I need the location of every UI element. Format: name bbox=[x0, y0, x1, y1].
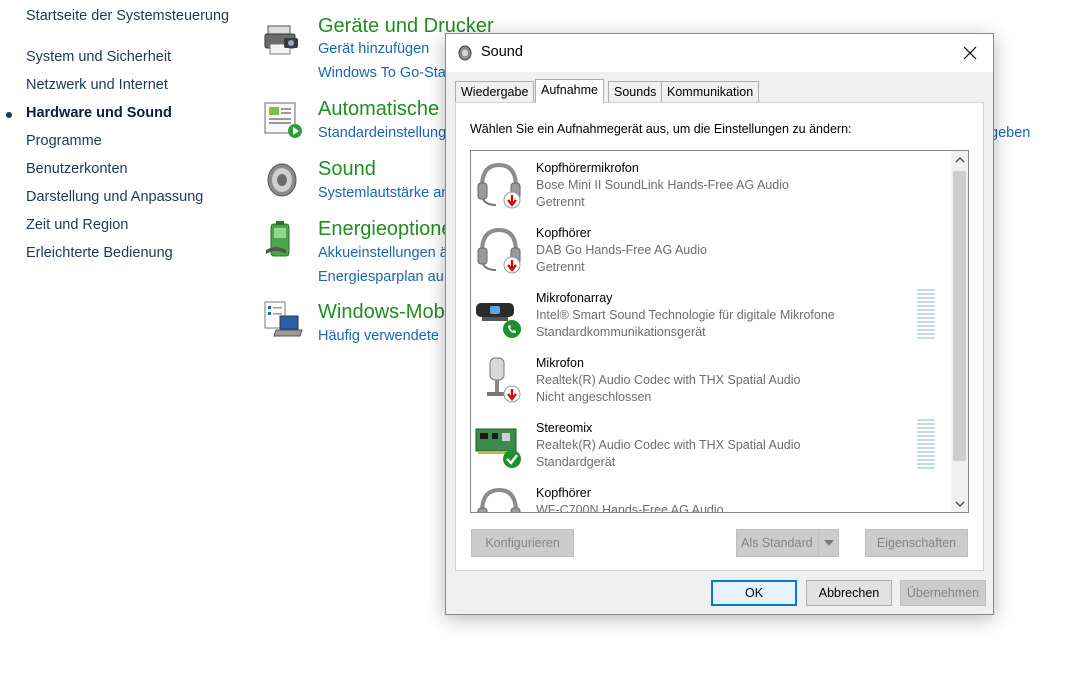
dialog-titlebar[interactable]: Sound bbox=[446, 34, 993, 72]
category-title-power-options[interactable]: Energieoptione bbox=[318, 218, 453, 241]
tab-recording[interactable]: Aufnahme bbox=[535, 79, 604, 103]
recording-device-list[interactable]: Kopfhörermikrofon Bose Mini II SoundLink… bbox=[470, 150, 969, 513]
device-description: WF-C700N Hands-Free AG Audio bbox=[536, 503, 724, 513]
dialog-title: Sound bbox=[481, 44, 523, 60]
nav-item-ease-of-access[interactable]: Erleichterte Bedienung bbox=[26, 245, 173, 261]
device-name: Kopfhörer bbox=[536, 486, 591, 500]
properties-button[interactable]: Eigenschaften bbox=[865, 529, 968, 557]
sound-app-icon bbox=[458, 45, 472, 61]
device-item-headset-mic-bose[interactable]: Kopfhörermikrofon Bose Mini II SoundLink… bbox=[471, 151, 941, 216]
nav-item-system-security[interactable]: System und Sicherheit bbox=[26, 49, 171, 65]
chevron-up-icon bbox=[955, 156, 964, 162]
level-meter bbox=[917, 419, 935, 469]
control-panel-window: Startseite der Systemsteuerung System un… bbox=[0, 0, 1088, 686]
device-status: Standardgerät bbox=[536, 455, 616, 469]
device-name: Kopfhörer bbox=[536, 226, 591, 240]
device-item-headphones-wf[interactable]: Kopfhörer WF-C700N Hands-Free AG Audio bbox=[471, 476, 941, 513]
link-add-device[interactable]: Gerät hinzufügen bbox=[318, 41, 429, 57]
device-name: Mikrofon bbox=[536, 356, 584, 370]
battery-icon bbox=[266, 221, 290, 257]
tab-communications[interactable]: Kommunikation bbox=[661, 81, 760, 102]
device-description: DAB Go Hands-Free AG Audio bbox=[536, 243, 707, 257]
device-item-microphone-array[interactable]: Mikrofonarray Intel® Smart Sound Technol… bbox=[471, 281, 941, 346]
cancel-button[interactable]: Abbrechen bbox=[806, 580, 892, 606]
device-description: Intel® Smart Sound Technologie für digit… bbox=[536, 308, 835, 322]
apply-button[interactable]: Übernehmen bbox=[900, 580, 986, 606]
instruction-text: Wählen Sie ein Aufnahmegerät aus, um die… bbox=[470, 122, 852, 136]
tab-sounds[interactable]: Sounds bbox=[608, 81, 663, 102]
mobility-center-icon bbox=[264, 301, 303, 337]
link-battery-settings[interactable]: Akkueinstellungen ä bbox=[318, 245, 448, 261]
autoplay-icon bbox=[264, 102, 302, 138]
ok-button[interactable]: OK bbox=[711, 580, 797, 606]
active-nav-bullet bbox=[6, 112, 12, 118]
level-meter bbox=[917, 289, 935, 339]
nav-item-user-accounts[interactable]: Benutzerkonten bbox=[26, 161, 128, 177]
device-description: Realtek(R) Audio Codec with THX Spatial … bbox=[536, 438, 801, 452]
nav-item-appearance[interactable]: Darstellung und Anpassung bbox=[26, 189, 203, 205]
scroll-down-button[interactable] bbox=[951, 495, 968, 512]
device-name: Kopfhörermikrofon bbox=[536, 161, 639, 175]
recording-panel: Wählen Sie ein Aufnahmegerät aus, um die… bbox=[455, 102, 984, 571]
device-status: Standardkommunikationsgerät bbox=[536, 325, 706, 339]
link-mobility-settings[interactable]: Häufig verwendete bbox=[318, 328, 439, 344]
printer-icon bbox=[264, 25, 298, 55]
nav-item-home[interactable]: Startseite der Systemsteuerung bbox=[26, 8, 229, 24]
close-button[interactable] bbox=[947, 34, 993, 72]
background-link-fragment[interactable]: geben bbox=[990, 125, 1030, 141]
speaker-icon bbox=[267, 163, 297, 197]
device-status: Getrennt bbox=[536, 260, 585, 274]
headset-icon bbox=[477, 487, 521, 512]
scroll-thumb[interactable] bbox=[953, 171, 966, 461]
tab-playback[interactable]: Wiedergabe bbox=[455, 81, 535, 102]
device-name: Stereomix bbox=[536, 421, 593, 435]
device-status: Getrennt bbox=[536, 195, 585, 209]
configure-button[interactable]: Konfigurieren bbox=[471, 529, 574, 557]
link-autoplay-defaults[interactable]: Standardeinstellung bbox=[318, 125, 446, 141]
set-default-button[interactable]: Als Standard bbox=[736, 529, 839, 557]
device-description: Realtek(R) Audio Codec with THX Spatial … bbox=[536, 373, 801, 387]
nav-item-network-internet[interactable]: Netzwerk und Internet bbox=[26, 77, 168, 93]
device-description: Bose Mini II SoundLink Hands-Free AG Aud… bbox=[536, 178, 789, 192]
set-default-label: Als Standard bbox=[741, 536, 813, 550]
chevron-down-icon bbox=[955, 501, 964, 507]
device-item-stereo-mix[interactable]: Stereomix Realtek(R) Audio Codec with TH… bbox=[471, 411, 941, 476]
scroll-up-button[interactable] bbox=[951, 151, 968, 168]
link-power-plan[interactable]: Energiesparplan au bbox=[318, 269, 444, 285]
link-windows-to-go[interactable]: Windows To Go-Sta bbox=[318, 65, 446, 81]
close-icon bbox=[963, 46, 977, 60]
nav-item-clock-region[interactable]: Zeit und Region bbox=[26, 217, 128, 233]
sound-dialog: Sound Wiedergabe Aufnahme Sounds Kommuni… bbox=[445, 33, 994, 615]
chevron-down-icon bbox=[823, 540, 834, 546]
sound-card-icon bbox=[475, 428, 521, 468]
link-system-volume[interactable]: Systemlautstärke an bbox=[318, 185, 449, 201]
device-status: Nicht angeschlossen bbox=[536, 390, 652, 404]
device-name: Mikrofonarray bbox=[536, 291, 613, 305]
microphone-array-icon bbox=[476, 303, 521, 338]
device-item-microphone[interactable]: Mikrofon Realtek(R) Audio Codec with THX… bbox=[471, 346, 941, 411]
nav-item-programs[interactable]: Programme bbox=[26, 133, 102, 149]
headset-icon bbox=[477, 162, 521, 209]
category-title-windows-mobility[interactable]: Windows-Mob bbox=[318, 301, 445, 324]
category-title-sound[interactable]: Sound bbox=[318, 158, 376, 181]
set-default-dropdown[interactable] bbox=[818, 530, 838, 556]
headset-icon bbox=[477, 227, 521, 274]
device-item-headphones-dab[interactable]: Kopfhörer DAB Go Hands-Free AG Audio Get… bbox=[471, 216, 941, 281]
nav-item-hardware-sound[interactable]: Hardware und Sound bbox=[26, 105, 172, 121]
device-list-scrollbar[interactable] bbox=[951, 151, 968, 512]
category-title-autoplay[interactable]: Automatische W bbox=[318, 98, 464, 121]
microphone-icon bbox=[487, 357, 521, 403]
